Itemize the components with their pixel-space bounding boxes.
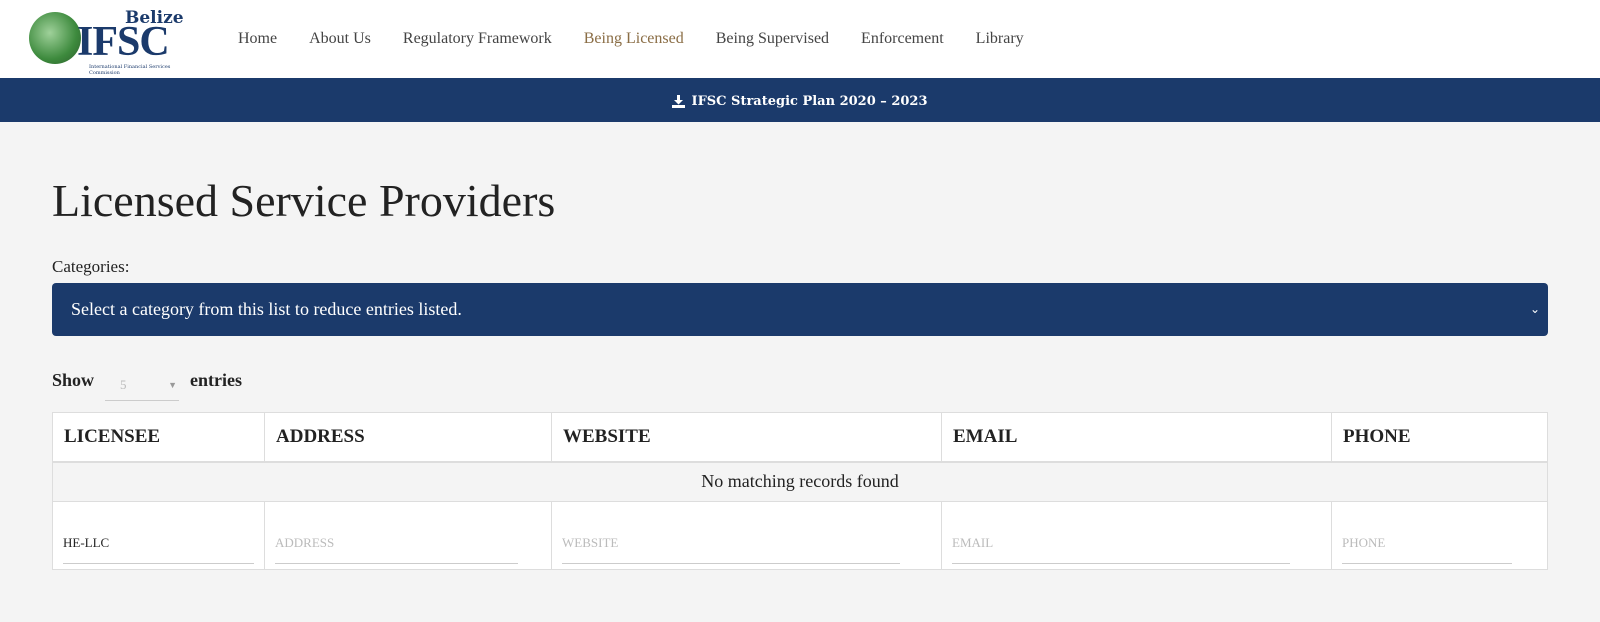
categories-label: Categories:	[52, 257, 130, 276]
page-length-select[interactable]: 5 ▼	[105, 369, 180, 401]
website-filter[interactable]	[562, 517, 900, 564]
header-address[interactable]: ADDRESS	[264, 412, 552, 463]
download-icon	[672, 94, 686, 108]
phone-filter[interactable]	[1342, 517, 1512, 564]
page-length-value: 5	[120, 376, 127, 392]
header-licensee[interactable]: LICENSEE	[52, 412, 265, 463]
main-nav: Home About Us Regulatory Framework Being…	[238, 30, 1056, 48]
nav-being-supervised[interactable]: Being Supervised	[716, 30, 829, 48]
logo-sub: International Financial Services Commiss…	[89, 64, 171, 76]
nav-being-licensed[interactable]: Being Licensed	[584, 30, 684, 48]
nav-home[interactable]: Home	[238, 30, 277, 48]
email-filter[interactable]	[952, 517, 1290, 564]
logo-ifsc: IFSC	[77, 19, 170, 65]
site-header: Belize IFSC International Financial Serv…	[0, 0, 1600, 80]
page-title: Licensed Service Providers	[52, 175, 556, 226]
entries-label: entries	[190, 369, 243, 390]
show-label: Show	[52, 369, 95, 390]
providers-table: LICENSEE ADDRESS WEBSITE EMAIL PHONE No …	[52, 412, 1548, 570]
nav-enforcement[interactable]: Enforcement	[861, 30, 944, 48]
category-select[interactable]: Select a category from this list to redu…	[52, 283, 1548, 336]
category-selected: Select a category from this list to redu…	[71, 299, 462, 319]
header-website[interactable]: WEBSITE	[551, 412, 942, 463]
strategic-plan-link[interactable]: IFSC Strategic Plan 2020 – 2023	[0, 80, 1600, 122]
nav-regulatory-framework[interactable]: Regulatory Framework	[403, 30, 552, 48]
header-email[interactable]: EMAIL	[941, 412, 1332, 463]
nav-about-us[interactable]: About Us	[309, 30, 371, 48]
ifsc-logo[interactable]: Belize IFSC International Financial Serv…	[17, 4, 195, 76]
licensee-filter[interactable]	[63, 517, 254, 564]
banner-label: IFSC Strategic Plan 2020 – 2023	[691, 93, 928, 109]
address-filter[interactable]	[275, 517, 518, 564]
page-length: Show 5 ▼ entries	[52, 364, 1548, 401]
globe-icon	[29, 12, 81, 64]
chevron-down-icon: ⌄	[1529, 302, 1540, 316]
nav-library[interactable]: Library	[976, 30, 1024, 48]
empty-message: No matching records found	[52, 461, 1548, 502]
header-phone[interactable]: PHONE	[1331, 412, 1548, 463]
caret-down-icon: ▼	[168, 379, 178, 390]
